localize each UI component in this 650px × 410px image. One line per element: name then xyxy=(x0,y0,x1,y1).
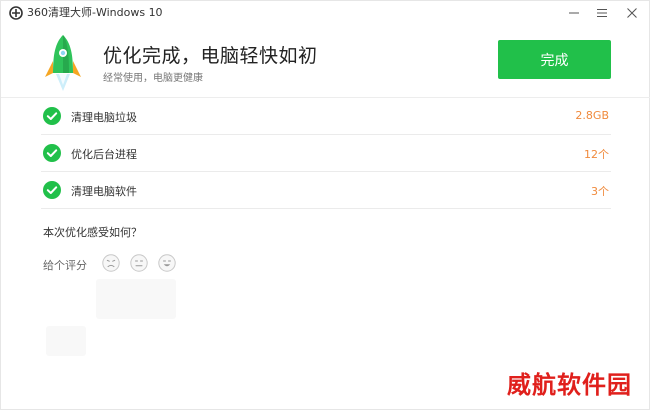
app-logo-icon xyxy=(9,6,23,20)
result-list: 清理电脑垃圾 2.8GB 优化后台进程 12个 清理电脑软件 3个 xyxy=(41,98,611,209)
rocket-icon xyxy=(45,35,81,91)
check-circle-icon xyxy=(43,107,61,125)
title-bar: 360清理大师-Windows 10 xyxy=(1,1,650,25)
check-circle-icon xyxy=(43,181,61,199)
rating-label: 给个评分 xyxy=(43,259,87,272)
neutral-face-icon[interactable] xyxy=(130,254,148,272)
result-label: 优化后台进程 xyxy=(71,148,137,161)
page-title: 优化完成，电脑轻快如初 xyxy=(103,45,318,67)
background-ghost xyxy=(96,279,176,319)
hamburger-menu-icon xyxy=(597,9,607,17)
feedback-question: 本次优化感受如何？ xyxy=(43,226,142,239)
result-value: 12个 xyxy=(584,148,609,161)
result-value: 3个 xyxy=(591,185,609,198)
result-header: 优化完成，电脑轻快如初 经常使用，电脑更健康 完成 xyxy=(1,25,650,97)
sad-face-icon[interactable] xyxy=(102,254,120,272)
app-window: 360清理大师-Windows 10 优化完成，电脑轻快如初 经常使用，电脑更健… xyxy=(0,0,650,410)
check-circle-icon xyxy=(43,144,61,162)
happy-face-icon[interactable] xyxy=(158,254,176,272)
result-label: 清理电脑软件 xyxy=(71,185,137,198)
result-value: 2.8GB xyxy=(575,109,609,122)
watermark-text: 威航软件园 xyxy=(507,370,632,399)
close-icon xyxy=(627,8,637,18)
done-button[interactable]: 完成 xyxy=(498,40,611,79)
result-row: 清理电脑垃圾 2.8GB xyxy=(41,98,611,135)
result-row: 清理电脑软件 3个 xyxy=(41,172,611,209)
minimize-icon xyxy=(569,12,579,14)
window-title: 360清理大师-Windows 10 xyxy=(27,6,163,19)
menu-button[interactable] xyxy=(589,3,615,23)
background-ghost xyxy=(46,326,86,356)
result-row: 优化后台进程 12个 xyxy=(41,135,611,172)
close-button[interactable] xyxy=(619,3,645,23)
minimize-button[interactable] xyxy=(561,3,587,23)
page-subtitle: 经常使用，电脑更健康 xyxy=(103,73,203,84)
result-label: 清理电脑垃圾 xyxy=(71,111,137,124)
